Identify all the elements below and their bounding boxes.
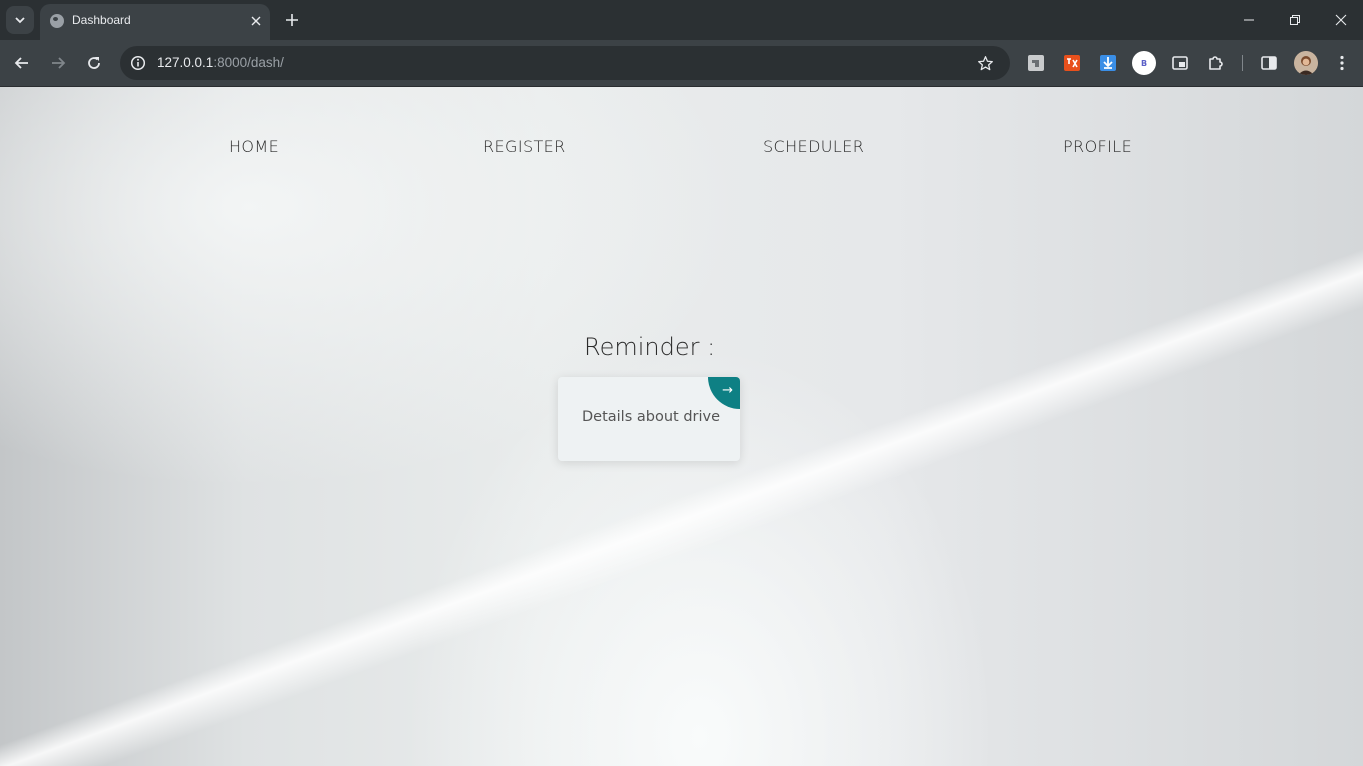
card-go-corner[interactable]: → xyxy=(708,377,740,409)
nav-profile-link[interactable]: PROFILE xyxy=(1063,137,1132,156)
close-window-button[interactable] xyxy=(1327,6,1355,34)
restore-button[interactable] xyxy=(1281,6,1309,34)
tab-strip: Dashboard xyxy=(0,0,1363,40)
more-vert-icon xyxy=(1340,55,1344,71)
forward-button[interactable] xyxy=(44,49,72,77)
media-control-icon[interactable] xyxy=(1169,52,1191,74)
reminder-card[interactable]: Details about drive → xyxy=(558,377,740,461)
close-icon xyxy=(251,16,261,26)
site-info-icon[interactable] xyxy=(128,53,148,73)
globe-icon xyxy=(50,14,64,28)
restore-icon xyxy=(1290,15,1300,25)
new-tab-button[interactable] xyxy=(280,8,304,32)
arrow-right-icon: → xyxy=(722,383,733,398)
nav-home-link[interactable]: HOME xyxy=(229,137,279,156)
nav-scheduler-link[interactable]: SCHEDULER xyxy=(763,137,864,156)
browser-menu-button[interactable] xyxy=(1331,52,1353,74)
reminder-heading: Reminder : xyxy=(584,333,716,361)
tab-search-button[interactable] xyxy=(6,6,34,34)
tab-close-button[interactable] xyxy=(247,12,265,30)
minimize-icon xyxy=(1244,19,1254,21)
active-tab[interactable]: Dashboard xyxy=(40,4,270,40)
browser-toolbar: 127.0.0.1:8000/dash/ B xyxy=(0,40,1363,87)
reminder-card-text: Details about drive xyxy=(582,409,721,425)
plus-icon xyxy=(286,14,298,26)
profile-avatar[interactable] xyxy=(1294,51,1318,75)
extension-translate-icon[interactable] xyxy=(1061,52,1083,74)
chevron-down-icon xyxy=(15,17,25,24)
arrow-left-icon xyxy=(14,57,28,69)
extensions-puzzle-icon[interactable] xyxy=(1205,52,1227,74)
reload-button[interactable] xyxy=(80,49,108,77)
url-text: 127.0.0.1:8000/dash/ xyxy=(157,55,284,70)
bookmark-star-icon[interactable] xyxy=(975,53,995,73)
toolbar-separator xyxy=(1242,55,1243,71)
tab-title: Dashboard xyxy=(72,13,131,27)
arrow-right-icon xyxy=(52,57,66,69)
avatar-icon xyxy=(1294,51,1318,75)
extension-download-icon[interactable] xyxy=(1097,52,1119,74)
back-button[interactable] xyxy=(8,49,36,77)
reload-icon xyxy=(88,57,100,69)
minimize-button[interactable] xyxy=(1235,6,1263,34)
page-content: HOME REGISTER SCHEDULER PROFILE Reminder… xyxy=(0,87,1363,766)
nav-register-link[interactable]: REGISTER xyxy=(483,137,566,156)
side-panel-icon[interactable] xyxy=(1258,52,1280,74)
extension-puzzle-gray-icon[interactable] xyxy=(1025,52,1047,74)
close-icon xyxy=(1335,14,1347,26)
address-bar[interactable]: 127.0.0.1:8000/dash/ xyxy=(120,46,1010,80)
extension-avatar-b[interactable]: B xyxy=(1132,51,1156,75)
